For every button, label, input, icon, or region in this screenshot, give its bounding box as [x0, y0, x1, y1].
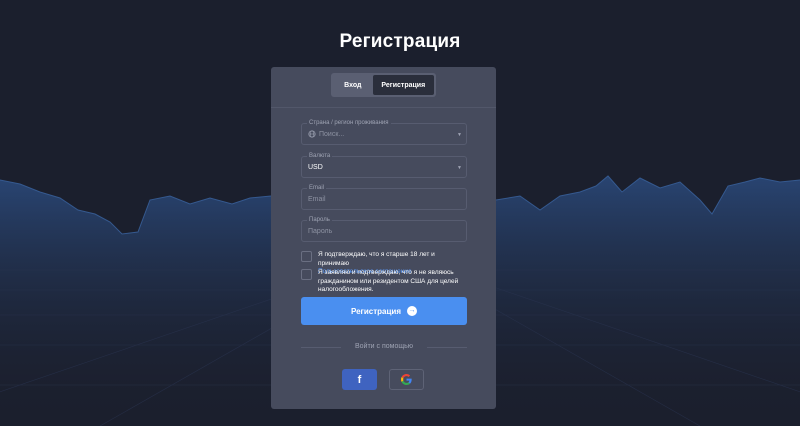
password-field[interactable]: Пароль Пароль: [301, 216, 467, 242]
chevron-down-icon: ▼: [457, 165, 462, 171]
globe-icon: [308, 130, 316, 138]
country-search-placeholder: Поиск...: [319, 131, 345, 138]
age-checkbox[interactable]: [301, 251, 312, 262]
us-tax-confirm-text: Я заявляю и подтверждаю, что я не являюс…: [318, 269, 459, 293]
tab-login[interactable]: Вход: [333, 75, 373, 95]
tab-register[interactable]: Регистрация: [372, 75, 434, 95]
chevron-down-icon: ▼: [457, 132, 462, 138]
age-confirm-text: Я подтверждаю, что я старше 18 лет и при…: [318, 251, 435, 267]
currency-select[interactable]: Валюта USD ▼: [301, 152, 467, 178]
divider-line-right: [427, 347, 467, 348]
auth-tabs: Вход Регистрация: [331, 73, 436, 97]
country-label: Страна / регион проживания: [307, 119, 391, 127]
register-submit-label: Регистрация: [350, 306, 402, 316]
us-tax-confirm-row: Я заявляю и подтверждаю, что я не являюс…: [301, 269, 467, 295]
page-title: Регистрация: [339, 31, 461, 52]
google-icon: [401, 374, 412, 385]
facebook-icon: f: [357, 373, 362, 386]
email-label: Email: [307, 184, 327, 192]
country-select[interactable]: Страна / регион проживания Поиск... ▼: [301, 119, 467, 145]
register-submit-button[interactable]: Регистрация →: [301, 297, 467, 325]
divider: [271, 107, 496, 108]
social-divider: Войти с помощью: [301, 342, 467, 352]
currency-label: Валюта: [307, 152, 333, 160]
password-label: Пароль: [307, 216, 332, 224]
email-field[interactable]: Email Email: [301, 184, 467, 210]
registration-card: Вход Регистрация Страна / регион прожива…: [271, 67, 496, 409]
us-tax-checkbox[interactable]: [301, 269, 312, 280]
currency-value: USD: [308, 164, 323, 171]
facebook-login-button[interactable]: f: [342, 369, 377, 390]
arrow-right-icon: →: [407, 306, 418, 316]
password-placeholder: Пароль: [308, 228, 333, 235]
email-placeholder: Email: [308, 196, 326, 203]
google-login-button[interactable]: [389, 369, 424, 390]
